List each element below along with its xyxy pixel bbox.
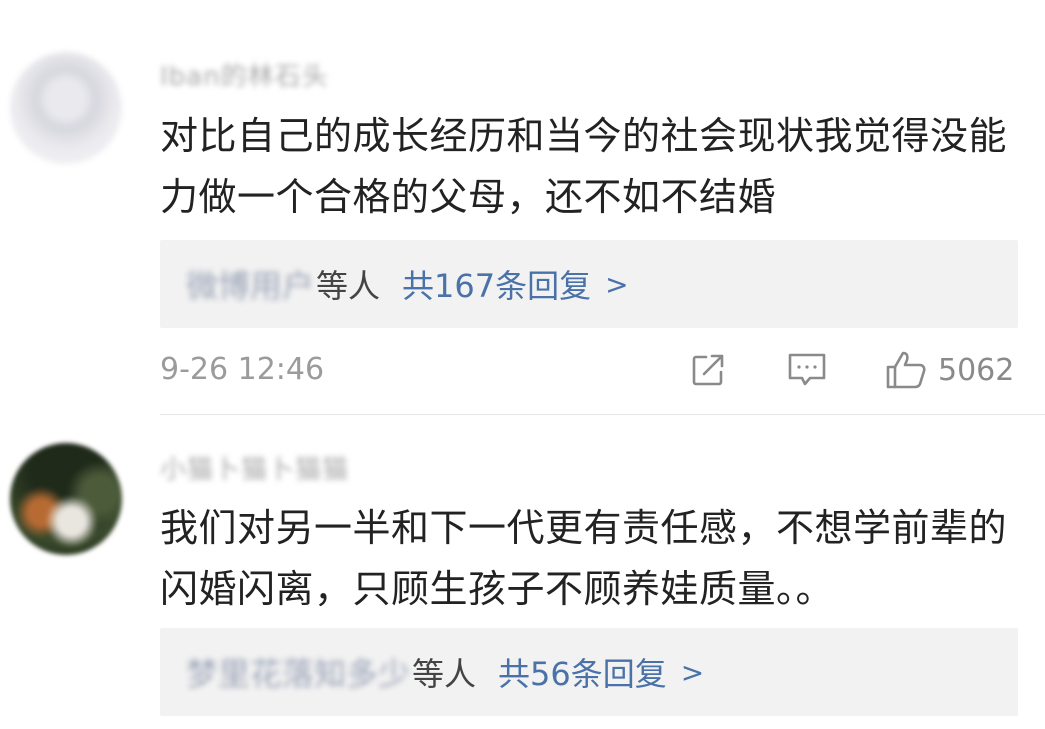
comment-text-line: 力做一个合格的父母，还不如不结婚: [160, 175, 777, 219]
comment-button[interactable]: [787, 350, 827, 390]
comment-text: 我们对另一半和下一代更有责任感，不想学前辈的 闪婚闪离，只顾生孩子不顾养娃质量。…: [160, 498, 1030, 620]
username[interactable]: 小猫卜猫卜猫猫: [160, 449, 349, 486]
reply-summary[interactable]: 梦里花落知多少 等人 共56条回复 >: [160, 628, 1018, 716]
reply-user-names: 微博用户: [186, 267, 315, 305]
comment-icon: [787, 351, 827, 389]
reply-count-link[interactable]: 共56条回复: [498, 649, 667, 695]
share-icon: [690, 352, 726, 388]
comment-text-line: 对比自己的成长经历和当今的社会现状我觉得没能: [160, 114, 1008, 158]
reply-suffix: 等人: [316, 267, 381, 305]
like-button[interactable]: 5062: [884, 350, 1014, 390]
comment-text-line: 我们对另一半和下一代更有责任感，不想学前辈的: [160, 506, 1008, 550]
share-button[interactable]: [690, 350, 726, 390]
avatar[interactable]: [10, 52, 122, 164]
chevron-right-icon: >: [680, 655, 705, 689]
comment-text: 对比自己的成长经历和当今的社会现状我觉得没能 力做一个合格的父母，还不如不结婚: [160, 106, 1030, 228]
username[interactable]: Iban的林石头: [160, 56, 329, 93]
comment-item: Iban的林石头 对比自己的成长经历和当今的社会现状我觉得没能 力做一个合格的父…: [0, 0, 1045, 415]
avatar[interactable]: [10, 443, 122, 555]
like-count: 5062: [938, 352, 1015, 388]
comment-item: 小猫卜猫卜猫猫 我们对另一半和下一代更有责任感，不想学前辈的 闪婚闪离，只顾生孩…: [0, 415, 1045, 729]
comment-text-line: 闪婚闪离，只顾生孩子不顾养娃质量。。: [160, 567, 835, 611]
like-icon: [884, 349, 928, 391]
reply-user-names: 梦里花落知多少: [186, 655, 411, 693]
reply-summary[interactable]: 微博用户 等人 共167条回复 >: [160, 240, 1018, 328]
reply-suffix: 等人: [412, 655, 477, 693]
reply-count-link[interactable]: 共167条回复: [402, 261, 591, 307]
comment-timestamp: 9-26 12:46: [160, 352, 325, 387]
chevron-right-icon: >: [605, 267, 629, 301]
